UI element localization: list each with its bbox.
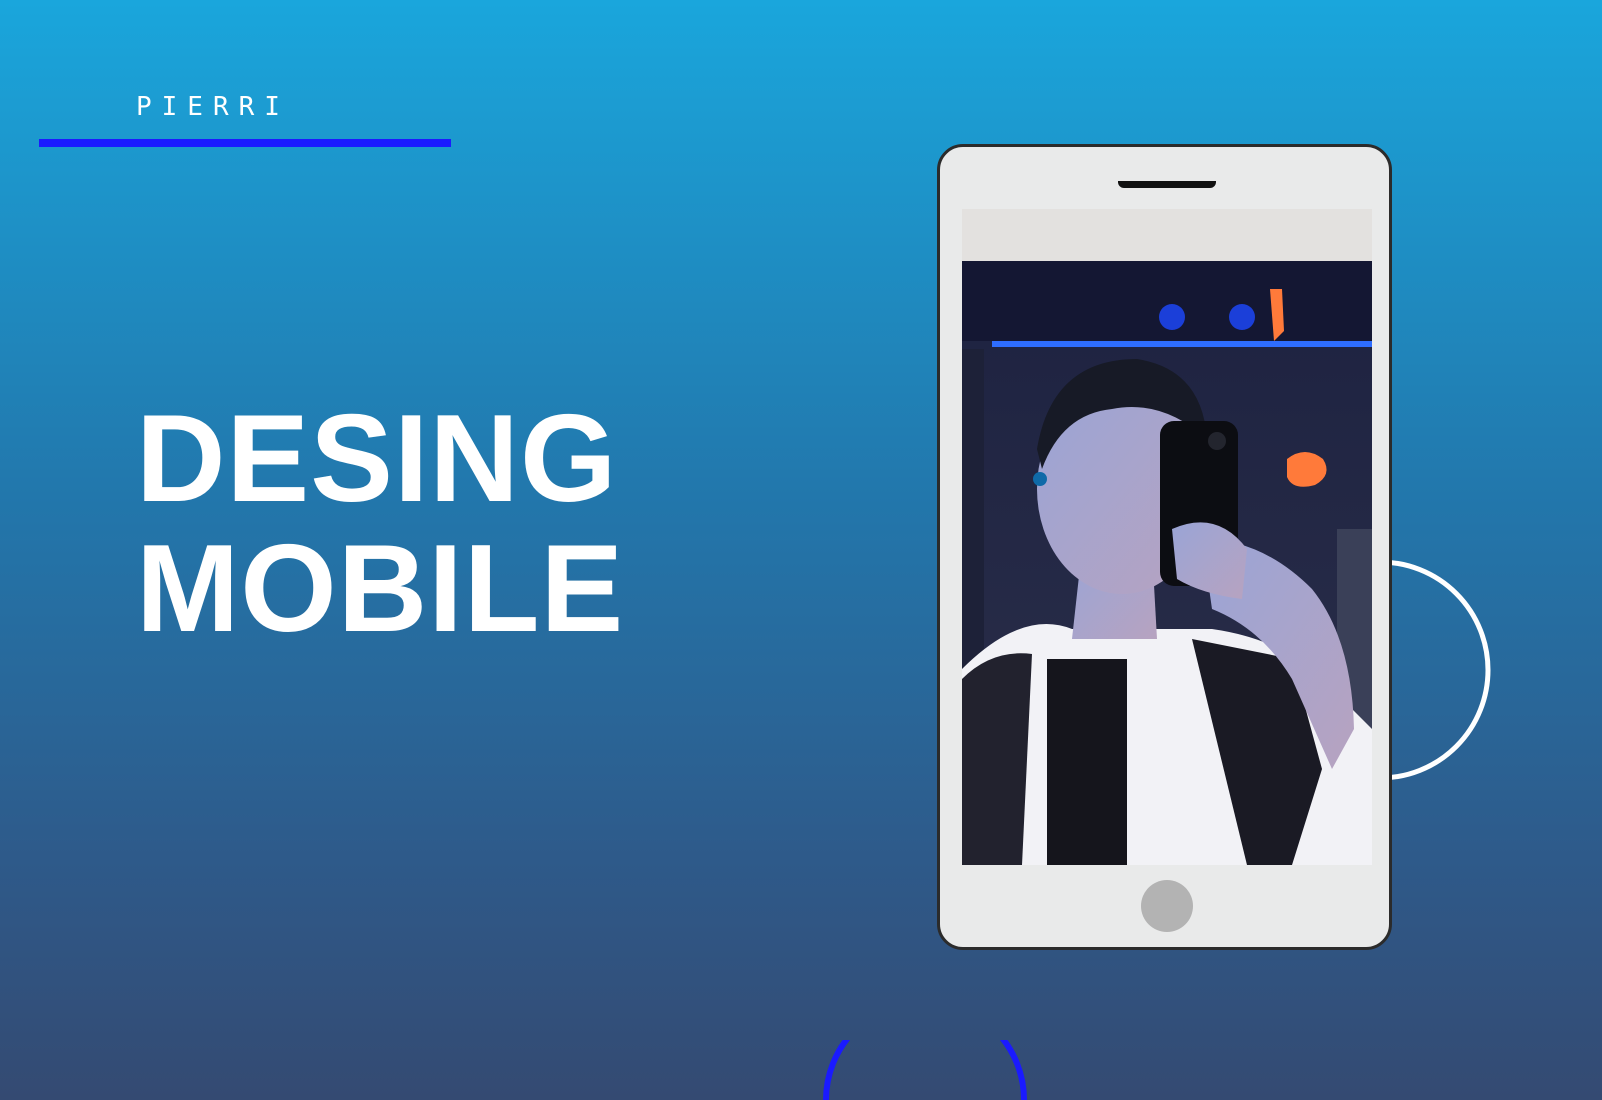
selfie-photo (962, 209, 1372, 865)
decorative-semicircle-white (1380, 559, 1491, 781)
phone-home-button (1141, 880, 1193, 932)
phone-screen (962, 209, 1372, 865)
decorative-arc-blue (823, 1040, 1027, 1100)
headline: DESING MOBILE (136, 394, 624, 654)
brand-underline (39, 139, 451, 147)
headline-line-2: MOBILE (136, 520, 625, 658)
brand-name: PIERRI (136, 92, 290, 122)
phone-mockup (937, 144, 1392, 950)
phone-speaker (1118, 181, 1216, 188)
headline-line-1: DESING (136, 390, 618, 528)
